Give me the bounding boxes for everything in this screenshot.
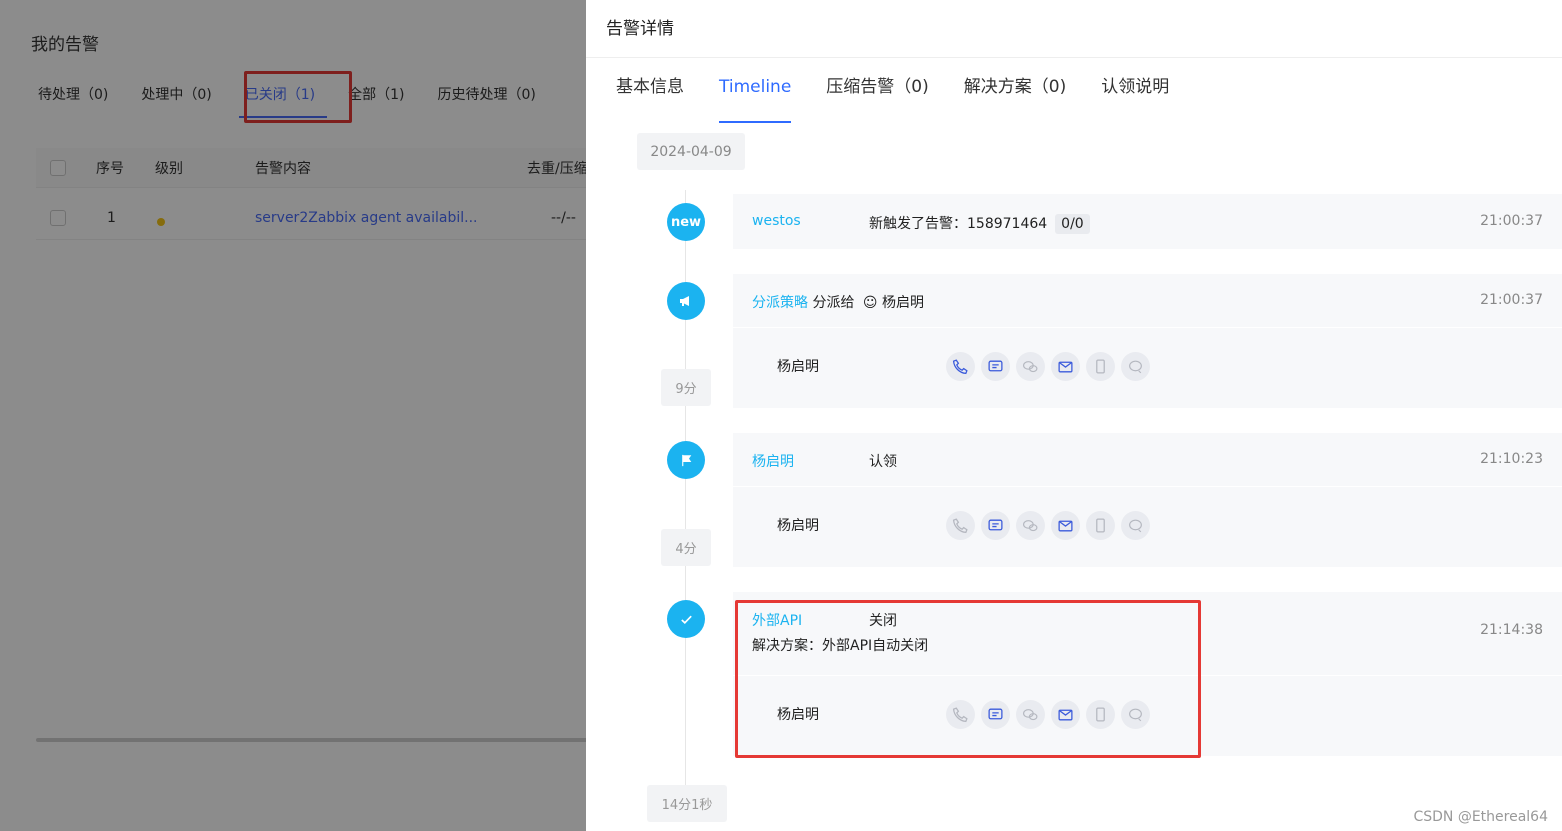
modal-overlay[interactable] (0, 0, 586, 831)
tab-basic-info[interactable]: 基本信息 (616, 72, 684, 112)
sms-icon (981, 352, 1010, 381)
duration-chip: 9分 (661, 369, 711, 406)
app-icon (1086, 352, 1115, 381)
duration-chip: 4分 (661, 529, 711, 566)
event-actor[interactable]: 杨启明 (752, 451, 794, 471)
notify-row: 杨启明 (733, 486, 1562, 567)
app-icon (1086, 511, 1115, 540)
event-time: 21:00:37 (1480, 213, 1543, 229)
event-actor[interactable]: westos (752, 213, 801, 229)
detail-tabs: 基本信息 Timeline 压缩告警（0) 解决方案（0) 认领说明 (616, 72, 1204, 123)
assignee-name: 杨启明 (881, 295, 924, 311)
email-icon (1051, 352, 1080, 381)
notify-row: 杨启明 (733, 327, 1562, 408)
duration-chip: 14分1秒 (647, 785, 727, 822)
notify-channels (946, 511, 1156, 540)
new-event-icon: new (667, 203, 705, 241)
flag-icon (667, 441, 705, 479)
timeline-card-assign: 分派策略 分派给 ☺ 杨启明 21:00:37 杨启明 (733, 274, 1562, 408)
event-time: 21:10:23 (1480, 451, 1543, 467)
assign-policy-link[interactable]: 分派策略 (752, 295, 808, 311)
divider (586, 57, 1562, 58)
sms-icon (981, 511, 1010, 540)
notified-person: 杨启明 (777, 518, 819, 534)
tab-solutions[interactable]: 解决方案（0) (964, 72, 1066, 112)
tab-compressed-alerts[interactable]: 压缩告警（0) (826, 72, 928, 112)
phone-icon (946, 352, 975, 381)
watermark: CSDN @Ethereal64 (1413, 809, 1548, 825)
bot-icon (1121, 352, 1150, 381)
event-action: 新触发了告警：158971464 0/0 (869, 213, 1090, 234)
megaphone-icon (667, 282, 705, 320)
annotation-highlight-card (735, 600, 1201, 758)
tab-claim-notes[interactable]: 认领说明 (1101, 72, 1169, 112)
timeline-card-claim: 杨启明 认领 21:10:23 杨启明 (733, 433, 1562, 567)
user-icon: ☺ (862, 295, 878, 311)
assign-action: 分派给 (812, 295, 855, 311)
bot-icon (1121, 511, 1150, 540)
count-badge: 0/0 (1055, 214, 1090, 234)
wechat-icon (1016, 511, 1045, 540)
check-icon (667, 600, 705, 638)
tab-timeline[interactable]: Timeline (719, 72, 792, 123)
email-icon (1051, 511, 1080, 540)
notified-person: 杨启明 (777, 359, 819, 375)
event-time: 21:14:38 (1480, 622, 1543, 638)
event-action: 认领 (869, 454, 897, 470)
phone-icon (946, 511, 975, 540)
timeline-date: 2024-04-09 (637, 133, 745, 170)
timeline-card-trigger: westos 新触发了告警：158971464 0/0 21:00:37 (733, 194, 1562, 249)
event-actor: 分派策略 分派给 ☺ 杨启明 (752, 292, 924, 312)
event-time: 21:00:37 (1480, 292, 1543, 308)
wechat-icon (1016, 352, 1045, 381)
event-action-text: 新触发了告警：158971464 (869, 216, 1048, 232)
timeline-line (685, 190, 686, 790)
notify-channels (946, 352, 1156, 381)
drawer-title: 告警详情 (606, 19, 674, 39)
